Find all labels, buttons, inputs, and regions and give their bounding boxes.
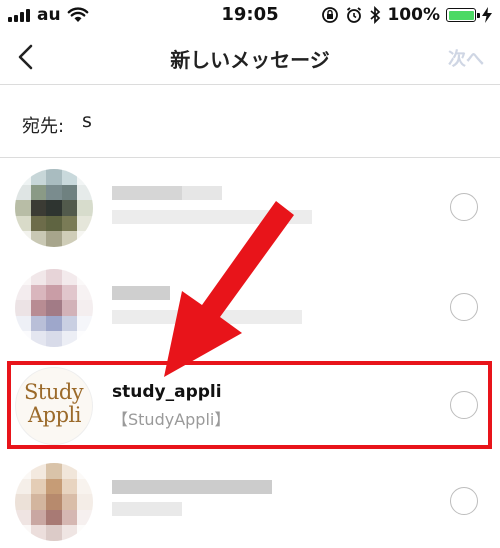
recipient-search-input[interactable]	[82, 107, 462, 135]
status-right: 100%	[321, 4, 492, 26]
avatar	[15, 169, 93, 247]
blurred-subtitle	[112, 210, 312, 224]
study-appli-logo: Study Appli	[15, 367, 93, 445]
to-field-row: 宛先:	[0, 85, 500, 158]
contact-row-study-appli[interactable]: Study Appli study_appli 【StudyAppli】	[0, 356, 500, 452]
select-radio[interactable]	[450, 487, 478, 515]
orientation-lock-icon	[322, 7, 339, 23]
logo-text: Study	[24, 380, 84, 404]
select-radio[interactable]	[450, 293, 478, 321]
blurred-name	[112, 186, 182, 200]
contact-display-name: 【StudyAppli】	[112, 410, 231, 429]
blurred-name	[112, 480, 272, 494]
select-radio[interactable]	[450, 391, 478, 419]
nav-bar: 新しいメッセージ 次へ	[0, 30, 500, 85]
avatar	[15, 463, 93, 541]
select-radio[interactable]	[450, 193, 478, 221]
blurred-name	[182, 186, 222, 200]
alarm-icon	[347, 7, 362, 23]
contact-row[interactable]	[0, 158, 500, 254]
next-button[interactable]: 次へ	[448, 45, 484, 71]
page-title: 新しいメッセージ	[170, 48, 330, 72]
contact-row[interactable]	[0, 452, 500, 548]
blurred-subtitle	[112, 502, 182, 516]
status-bar: au 19:05 100%	[0, 0, 500, 30]
to-label: 宛先:	[22, 116, 65, 137]
bluetooth-icon	[370, 6, 381, 24]
logo-text: Appli	[28, 403, 81, 427]
battery-icon	[446, 8, 480, 22]
contact-username: study_appli	[112, 382, 222, 402]
battery-percent: 100%	[387, 5, 440, 25]
blurred-name	[112, 286, 170, 300]
blurred-subtitle	[112, 310, 302, 324]
contact-row[interactable]	[0, 258, 500, 354]
avatar	[15, 269, 93, 347]
charging-icon	[482, 7, 492, 23]
